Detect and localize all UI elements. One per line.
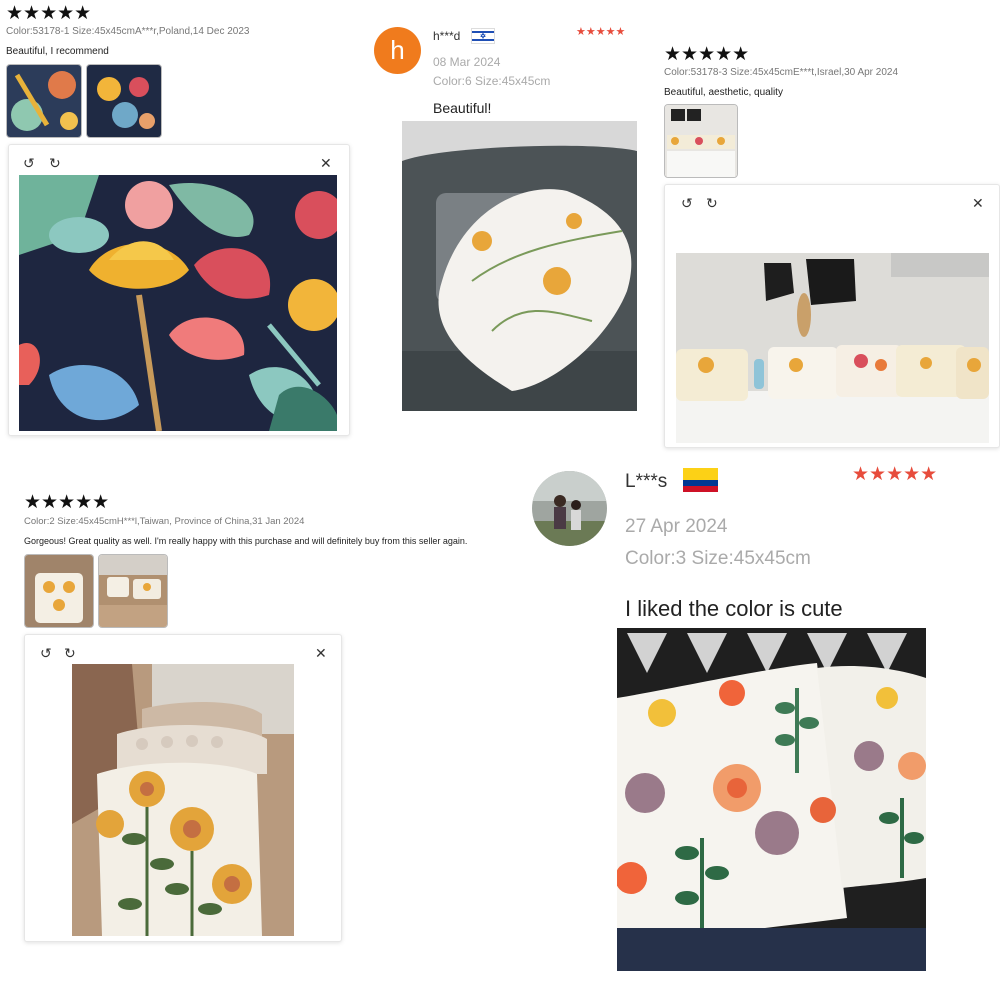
israel-flag-icon [471, 28, 495, 44]
review4-text: Gorgeous! Great quality as well. I'm rea… [24, 536, 468, 546]
review1-thumb1-image [7, 65, 81, 137]
review1-photo-thumb-2[interactable] [86, 64, 162, 138]
review5-spec: Color:3 Size:45x45cm [625, 548, 811, 569]
review3-photo-thumb-1[interactable] [664, 104, 738, 178]
review3-photo-viewer: ↺ ↻ ✕ [664, 184, 1000, 448]
rotate-left-icon[interactable]: ↺ [23, 156, 35, 170]
review4-meta: Color:2 Size:45x45cmH***l,Taiwan, Provin… [24, 516, 305, 527]
review4-photo-thumb-2[interactable] [98, 554, 168, 628]
review2-username: h***d [433, 29, 461, 43]
review1-meta: Color:53178-1 Size:45x45cmA***r,Poland,1… [6, 26, 250, 37]
review4-thumb2-image [99, 555, 167, 627]
review5-main-photo[interactable] [617, 628, 926, 971]
review2-avatar: h [374, 27, 421, 74]
rotate-right-icon[interactable]: ↻ [49, 156, 61, 170]
close-icon[interactable]: ✕ [320, 156, 332, 170]
rotate-right-icon[interactable]: ↻ [706, 196, 718, 210]
review2-main-photo[interactable] [402, 121, 637, 411]
rotate-left-icon[interactable]: ↺ [40, 646, 52, 660]
review1-text: Beautiful, I recommend [6, 46, 109, 57]
rotate-right-icon[interactable]: ↻ [64, 646, 76, 660]
review3-rating-stars: ★★★★★ [664, 44, 750, 65]
review4-main-photo [72, 664, 294, 936]
review3-thumb-image [665, 105, 737, 177]
close-icon[interactable]: ✕ [315, 646, 327, 660]
review5-avatar [532, 471, 607, 546]
review1-photo-viewer: ↺ ↻ ✕ [8, 144, 350, 436]
review1-rating-stars: ★★★★★ [6, 3, 92, 24]
review1-main-photo [19, 175, 337, 431]
review1-thumb2-image [87, 65, 161, 137]
review5-text: I liked the color is cute [625, 596, 843, 621]
review1-photo-thumb-1[interactable] [6, 64, 82, 138]
review5-date: 27 Apr 2024 [625, 516, 728, 537]
review4-rating-stars: ★★★★★ [24, 492, 110, 513]
review3-main-photo [676, 253, 989, 443]
review2-spec: Color:6 Size:45x45cm [433, 74, 551, 88]
review4-photo-thumb-1[interactable] [24, 554, 94, 628]
colombia-flag-icon [683, 468, 718, 492]
review3-meta: Color:53178-3 Size:45x45cmE***t,Israel,3… [664, 67, 899, 78]
review2-rating-stars: ★★★★★ [576, 26, 626, 38]
rotate-left-icon[interactable]: ↺ [681, 196, 693, 210]
review2-date: 08 Mar 2024 [433, 55, 501, 69]
review4-thumb1-image [25, 555, 93, 627]
review2-text: Beautiful! [433, 100, 492, 116]
review3-text: Beautiful, aesthetic, quality [664, 87, 783, 98]
close-icon[interactable]: ✕ [972, 196, 984, 210]
review4-photo-viewer: ↺ ↻ ✕ [24, 634, 342, 942]
review5-rating-stars: ★★★★★ [852, 464, 938, 485]
review5-username: L***s [625, 471, 668, 492]
